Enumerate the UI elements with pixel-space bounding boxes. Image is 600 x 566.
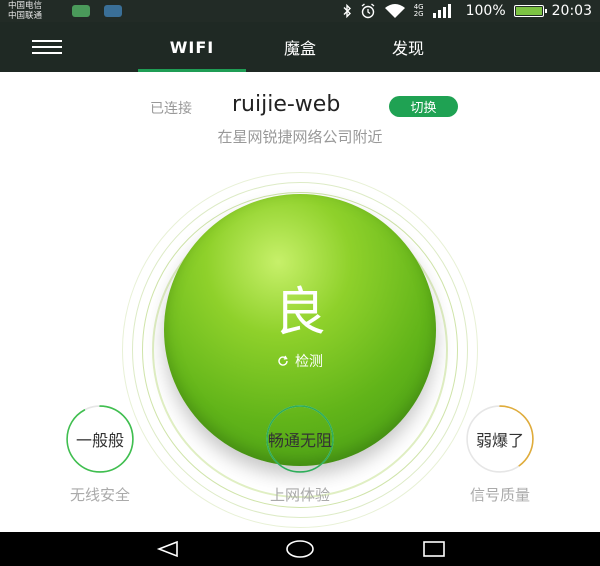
battery-icon — [513, 5, 547, 17]
metric-caption: 上网体验 — [269, 486, 330, 504]
network-name: ruijie-web — [232, 92, 341, 117]
tab-wifi-label: WIFI — [169, 37, 215, 57]
wifi-icon — [384, 4, 405, 18]
metric-value: 一般般 — [75, 431, 124, 450]
switch-network-button[interactable]: 切换 — [389, 96, 458, 117]
metric-value: 弱爆了 — [475, 431, 524, 450]
metric-browsing-experience[interactable]: 畅通无阻 上网体验 — [233, 404, 367, 504]
bluetooth-icon — [343, 4, 351, 18]
clock: 20:03 — [551, 3, 592, 19]
signal-icon — [432, 4, 451, 18]
home-icon — [286, 540, 314, 558]
app-header: WIFI 魔盒 发现 — [0, 22, 600, 72]
message-notification-icon — [104, 5, 122, 17]
location-text: 在星网锐捷网络公司附近 — [217, 128, 383, 146]
carrier-1: 中国电信 — [8, 1, 43, 11]
refresh-icon — [278, 355, 288, 366]
detect-action: 检测 — [277, 351, 323, 371]
app-notification-icon — [72, 5, 90, 17]
recent-apps-icon — [423, 541, 445, 557]
quality-grade: 良 — [273, 283, 326, 343]
tab-discover[interactable]: 发现 — [362, 22, 454, 72]
network-type-indicator: 4G 2G — [414, 4, 424, 18]
back-button[interactable] — [138, 532, 198, 566]
wifi-panel: 已连接 ruijie-web 切换 在星网锐捷网络公司附近 良 检测 一般般 无… — [0, 72, 600, 532]
system-navigation-bar — [0, 532, 600, 566]
metric-wireless-security[interactable]: 一般般 无线安全 — [33, 404, 167, 504]
carrier-names: 中国电信 中国联通 — [8, 1, 42, 21]
metric-caption: 无线安全 — [69, 486, 130, 504]
notification-badges — [72, 5, 122, 17]
recent-apps-button[interactable] — [404, 532, 464, 566]
metric-signal-quality[interactable]: 弱爆了 信号质量 — [433, 404, 567, 504]
status-icons: 4G 2G 100% 20:03 — [342, 2, 592, 20]
tab-magic-box[interactable]: 魔盒 — [254, 22, 346, 72]
connection-status: 已连接 — [150, 101, 192, 117]
network-type-2: 2G — [413, 10, 424, 18]
menu-icon[interactable] — [32, 40, 62, 54]
back-icon — [156, 540, 178, 558]
battery-percent: 100% — [465, 3, 506, 19]
metric-value: 畅通无阻 — [267, 431, 332, 450]
detect-label: 检测 — [295, 354, 323, 370]
alarm-icon — [361, 3, 375, 19]
status-bar: 中国电信 中国联通 4G 2G 100% 20:03 — [0, 0, 600, 22]
tab-magic-box-label: 魔盒 — [283, 39, 316, 58]
metric-caption: 信号质量 — [469, 486, 530, 504]
home-button[interactable] — [270, 532, 330, 566]
carrier-2: 中国联通 — [8, 11, 43, 21]
tab-discover-label: 发现 — [391, 39, 424, 58]
tab-wifi[interactable]: WIFI — [138, 22, 246, 72]
